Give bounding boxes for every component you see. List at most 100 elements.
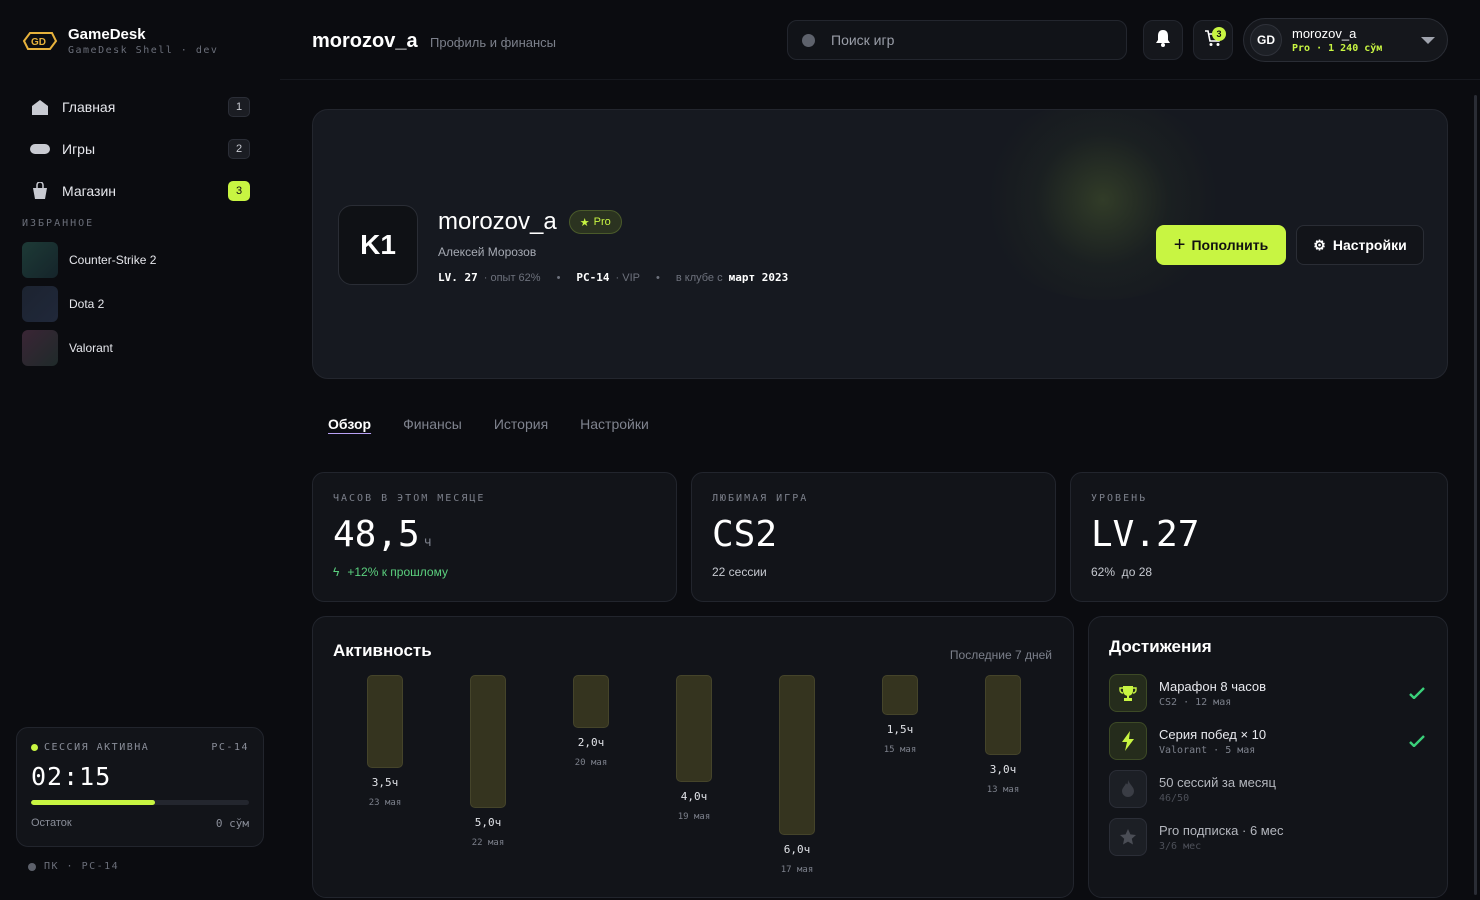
search-box[interactable] bbox=[787, 20, 1127, 60]
favorite-label: Valorant bbox=[69, 341, 113, 355]
separator: • bbox=[656, 271, 660, 284]
pro-badge: ★ Pro bbox=[568, 210, 622, 234]
stat-foot: 62% до 28 bbox=[1091, 565, 1153, 579]
achievement-item[interactable]: Серия побед × 10 Valorant · 5 мая bbox=[1109, 717, 1427, 765]
flame-icon bbox=[1109, 770, 1147, 808]
activity-bars: 3,5ч 23 мая 5,0ч 22 мая 2,0ч 20 мая 4,0ч 19 мая… bbox=[313, 617, 1075, 899]
game-thumbnail bbox=[22, 330, 58, 366]
chart-bar-date-label: 20 мая bbox=[574, 758, 608, 768]
profile-name-row: morozov_a ★ Pro bbox=[438, 208, 622, 236]
chart-bar-column: 6,0ч 17 мая bbox=[779, 675, 815, 875]
nav-item-shop[interactable]: Магазин 3 bbox=[22, 170, 258, 212]
chart-bar[interactable] bbox=[573, 675, 609, 728]
brand-name: GameDesk bbox=[68, 26, 146, 43]
session-progress-fill bbox=[31, 800, 156, 805]
achievement-item[interactable]: Pro подписка · 6 мес 3/6 мес bbox=[1109, 813, 1427, 861]
achievements-title: Достижения bbox=[1109, 637, 1212, 656]
stat-value: 48,5 bbox=[333, 514, 420, 555]
plus-icon: + bbox=[1173, 233, 1186, 256]
session-remaining-label: Остаток bbox=[31, 817, 72, 829]
settings-button[interactable]: ⚙ Настройки bbox=[1296, 225, 1424, 265]
chart-bar-value-label: 5,0ч bbox=[474, 816, 502, 829]
status-dot-icon bbox=[28, 862, 36, 871]
main-nav: Главная 1 Игры 2 Магазин 3 bbox=[22, 86, 258, 212]
profile-avatar: K1 bbox=[338, 205, 418, 285]
stat-trend: ϟ +12% к прошлому bbox=[333, 565, 656, 579]
bell-icon bbox=[1155, 29, 1171, 52]
profile-username: morozov_a bbox=[438, 208, 557, 235]
stat-favorite-game: ЛЮБИМАЯ ИГРА CS2 22 сессии bbox=[691, 472, 1056, 602]
chart-bar[interactable] bbox=[985, 675, 1021, 755]
chart-bar-date-label: 13 мая bbox=[986, 785, 1020, 795]
achievement-sub: CS2 · 12 мая bbox=[1159, 696, 1232, 708]
achievements-list: Марафон 8 часов CS2 · 12 мая Серия побед… bbox=[1109, 669, 1427, 861]
favorite-label: Dota 2 bbox=[69, 297, 105, 311]
nav-badge: 2 bbox=[228, 139, 250, 159]
favorites-title: ИЗБРАННОЕ bbox=[22, 218, 95, 229]
profile-since-value: март 2023 bbox=[728, 271, 789, 284]
search-input[interactable] bbox=[831, 32, 1091, 48]
achievement-name: Серия побед × 10 bbox=[1159, 726, 1267, 742]
page-title: morozov_a bbox=[312, 30, 418, 52]
nav-item-games[interactable]: Игры 2 bbox=[22, 128, 258, 170]
nav-item-home[interactable]: Главная 1 bbox=[22, 86, 258, 128]
activity-chart-card: Активность Последние 7 дней 3,5ч 23 мая 5,… bbox=[312, 616, 1074, 898]
profile-since-label: в клубе с bbox=[675, 271, 723, 284]
settings-label: Настройки bbox=[1332, 237, 1407, 253]
chart-bar[interactable] bbox=[882, 675, 918, 715]
user-balance: Pro · 1 240 сўм bbox=[1292, 43, 1383, 54]
chart-bar-column: 3,0ч 13 мая bbox=[985, 675, 1021, 795]
achievement-item[interactable]: 50 сессий за месяц 46/50 bbox=[1109, 765, 1427, 813]
favorite-dota-2[interactable]: Dota 2 bbox=[22, 282, 258, 326]
stat-label: ЧАСОВ В ЭТОМ МЕСЯЦЕ bbox=[333, 493, 486, 504]
user-name: morozov_a bbox=[1292, 26, 1357, 41]
achievements-card: Достижения Марафон 8 часов CS2 · 12 мая … bbox=[1088, 616, 1448, 898]
lightning-icon bbox=[1109, 722, 1147, 760]
favorite-counter-strike-2[interactable]: Counter-Strike 2 bbox=[22, 238, 258, 282]
chart-bar-date-label: 15 мая bbox=[883, 745, 917, 755]
brand[interactable]: GD GameDesk GameDesk Shell · dev bbox=[22, 26, 218, 56]
shop-bag-icon bbox=[30, 181, 50, 201]
gamedesk-logo-icon: GD bbox=[22, 27, 58, 55]
session-status-label: СЕССИЯ АКТИВНА bbox=[44, 742, 150, 753]
chart-bar[interactable] bbox=[367, 675, 403, 768]
favorite-label: Counter-Strike 2 bbox=[69, 253, 157, 267]
stat-foot: 22 сессии bbox=[712, 565, 767, 579]
notifications-button[interactable] bbox=[1143, 20, 1183, 60]
achievement-name: Марафон 8 часов bbox=[1159, 678, 1267, 694]
tab-history[interactable]: История bbox=[494, 416, 548, 432]
chevron-down-icon bbox=[1421, 36, 1435, 44]
tab-overview[interactable]: Обзор bbox=[328, 416, 371, 432]
favorites-list: Counter-Strike 2 Dota 2 Valorant bbox=[22, 238, 258, 370]
stat-value-row: 48,5 ч bbox=[333, 514, 656, 555]
nav-badge: 1 bbox=[228, 97, 250, 117]
page-scrollbar[interactable] bbox=[1474, 95, 1477, 895]
decorative-glow bbox=[973, 110, 1233, 300]
chart-bar-value-label: 3,0ч bbox=[989, 763, 1017, 776]
avatar: GD bbox=[1250, 24, 1282, 56]
session-pc: PC-14 bbox=[211, 742, 249, 753]
cart-button[interactable]: 3 bbox=[1193, 20, 1233, 60]
home-icon bbox=[30, 97, 50, 117]
profile-pc: PC-14 bbox=[576, 271, 610, 284]
favorite-valorant[interactable]: Valorant bbox=[22, 326, 258, 370]
topup-label: Пополнить bbox=[1191, 237, 1269, 253]
chart-bar-value-label: 2,0ч bbox=[577, 736, 605, 749]
tab-settings[interactable]: Настройки bbox=[580, 416, 649, 432]
profile-pc-tier: · VIP bbox=[615, 271, 640, 284]
brand-subtitle: GameDesk Shell · dev bbox=[68, 45, 219, 56]
tab-finance[interactable]: Финансы bbox=[403, 416, 462, 432]
topup-button[interactable]: + Пополнить bbox=[1156, 225, 1286, 265]
achievement-sub: 3/6 мес bbox=[1159, 840, 1202, 852]
profile-meta: LV. 27 · опыт 62% • PC-14 · VIP • в клуб… bbox=[438, 271, 788, 284]
profile-tabs: Обзор Финансы История Настройки bbox=[328, 416, 649, 432]
star-icon bbox=[1109, 818, 1147, 856]
chart-bar[interactable] bbox=[676, 675, 712, 782]
game-thumbnail bbox=[22, 286, 58, 322]
user-menu[interactable]: GD morozov_a Pro · 1 240 сўм bbox=[1243, 18, 1448, 62]
chart-bar[interactable] bbox=[470, 675, 506, 808]
chart-bar[interactable] bbox=[779, 675, 815, 835]
achievement-name: Pro подписка · 6 мес bbox=[1159, 822, 1284, 838]
chart-bar-value-label: 4,0ч bbox=[680, 790, 708, 803]
achievement-item[interactable]: Марафон 8 часов CS2 · 12 мая bbox=[1109, 669, 1427, 717]
